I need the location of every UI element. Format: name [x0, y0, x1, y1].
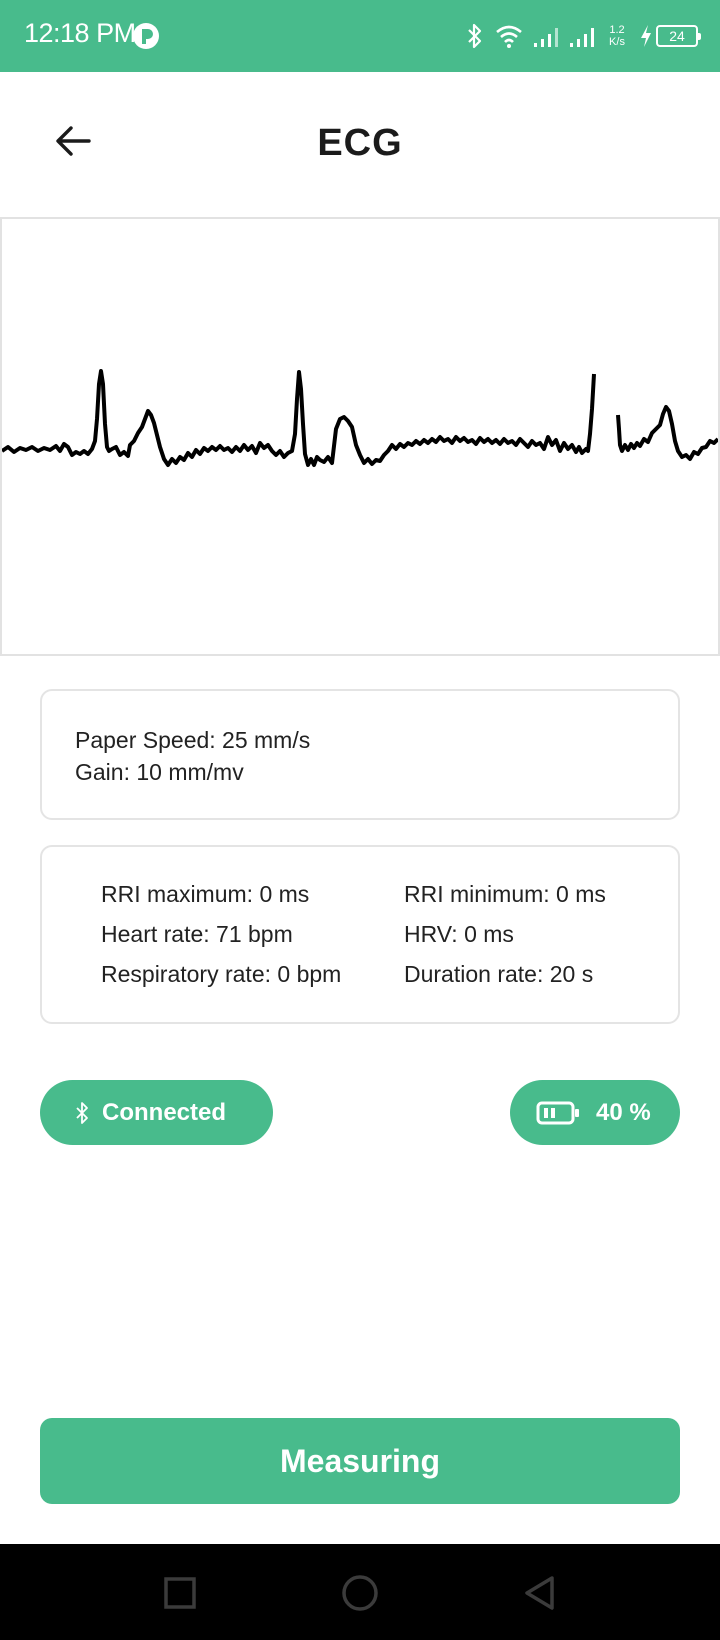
status-icons: 1.2 K/s 24: [465, 20, 701, 52]
ecg-trace-segment-1: [2, 369, 596, 467]
device-battery-label: 40 %: [596, 1098, 651, 1126]
status-time: 12:18 PM: [24, 18, 136, 48]
bluetooth-icon: [76, 1101, 88, 1124]
signal-icon-2: [570, 28, 594, 47]
network-speed-unit: K/s: [609, 36, 625, 48]
system-navigation-bar: [0, 1544, 720, 1640]
connection-status-badge: Connected: [40, 1080, 273, 1145]
network-speed: 1.2 K/s: [605, 24, 629, 48]
battery-level: 24: [656, 25, 701, 47]
recent-apps-button[interactable]: [157, 1570, 203, 1616]
ecg-waveform-panel: [0, 217, 720, 656]
header: ECG: [0, 72, 720, 217]
hrv-label: HRV: 0 ms: [404, 921, 514, 947]
battery-status: 24: [639, 24, 701, 48]
paper-speed-label: Paper Speed: 25 mm/s: [75, 727, 311, 753]
charging-icon: [641, 25, 651, 47]
respiratory-rate-label: Respiratory rate: 0 bpm: [101, 961, 342, 987]
wifi-icon: [496, 25, 522, 48]
rri-minimum-label: RRI minimum: 0 ms: [404, 881, 606, 907]
connection-status-label: Connected: [102, 1098, 227, 1126]
bluetooth-status-icon: [468, 23, 482, 49]
nav-back-button[interactable]: [517, 1570, 563, 1616]
square-icon: [164, 1577, 196, 1609]
home-button[interactable]: [337, 1570, 383, 1616]
gain-label: Gain: 10 mm/mv: [75, 759, 244, 785]
triangle-back-icon: [525, 1576, 554, 1610]
status-bar: 12:18 PM 1.2 K/s 24: [0, 0, 720, 72]
circle-icon: [342, 1575, 378, 1611]
rri-maximum-label: RRI maximum: 0 ms: [101, 881, 310, 907]
measuring-button[interactable]: Measuring: [40, 1418, 680, 1504]
app-notification-icon: [133, 23, 159, 49]
device-battery-badge: 40 %: [510, 1080, 680, 1145]
metrics-card: RRI maximum: 0 ms RRI minimum: 0 ms Hear…: [40, 845, 680, 1024]
duration-rate-label: Duration rate: 20 s: [404, 961, 594, 987]
heart-rate-label: Heart rate: 71 bpm: [101, 921, 293, 947]
ecg-trace-segment-2: [616, 405, 718, 461]
signal-icon-1: [534, 28, 558, 47]
network-speed-value: 1.2: [609, 24, 625, 36]
paper-settings-card: Paper Speed: 25 mm/s Gain: 10 mm/mv: [40, 689, 680, 820]
ecg-waveform: [2, 369, 718, 467]
battery-icon: [536, 1101, 579, 1124]
page-title: ECG: [317, 122, 403, 164]
